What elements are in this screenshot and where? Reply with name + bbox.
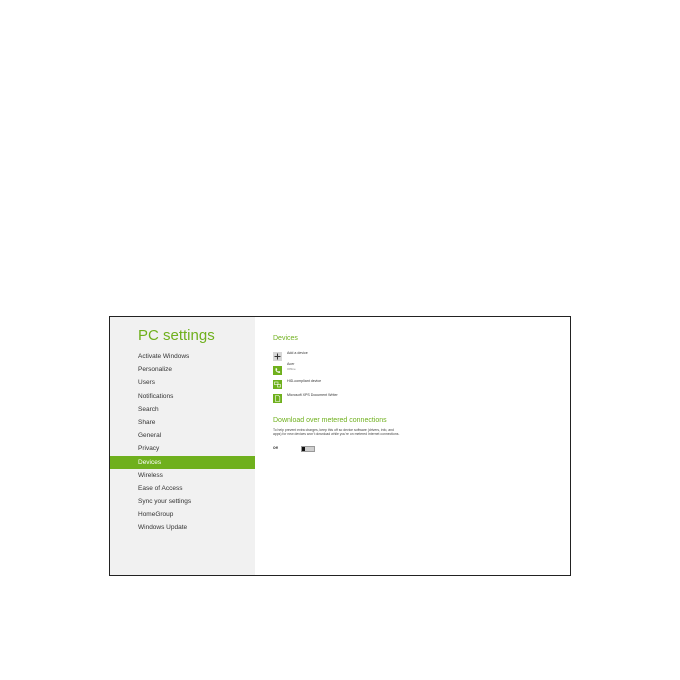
- device-label: Acer: [287, 362, 295, 366]
- device-status: Offline: [287, 366, 296, 371]
- sidebar-item-search[interactable]: Search: [110, 403, 255, 416]
- page-title: PC settings: [138, 327, 215, 344]
- sidebar-item-ease-of-access[interactable]: Ease of Access: [110, 482, 255, 495]
- printer-document-icon: [273, 390, 282, 403]
- pc-settings-window: PC settings Activate Windows Personalize…: [109, 316, 571, 576]
- toggle-knob: [302, 447, 305, 451]
- sidebar-item-privacy[interactable]: Privacy: [110, 442, 255, 455]
- device-label: Add a device: [287, 350, 308, 355]
- sidebar-item-wireless[interactable]: Wireless: [110, 469, 255, 482]
- sidebar-item-notifications[interactable]: Notifications: [110, 390, 255, 403]
- sidebar-nav: Activate Windows Personalize Users Notif…: [110, 350, 255, 535]
- sidebar-item-sync-settings[interactable]: Sync your settings: [110, 495, 255, 508]
- sidebar-item-homegroup[interactable]: HomeGroup: [110, 508, 255, 521]
- devices-heading: Devices: [273, 335, 298, 342]
- sidebar-item-activate-windows[interactable]: Activate Windows: [110, 350, 255, 363]
- devices-pane: Devices Add a device Acer Offline HID-co…: [255, 317, 570, 575]
- sidebar-item-windows-update[interactable]: Windows Update: [110, 521, 255, 534]
- device-label: Microsoft XPS Document Writer: [287, 392, 338, 397]
- sidebar-item-personalize[interactable]: Personalize: [110, 363, 255, 376]
- plus-icon: [273, 348, 282, 361]
- sidebar-item-users[interactable]: Users: [110, 376, 255, 389]
- hid-device-icon: [273, 376, 282, 389]
- metered-description: To help prevent extra charges, keep this…: [273, 428, 400, 437]
- phone-icon: [273, 362, 282, 375]
- device-label: HID-compliant device: [287, 378, 322, 383]
- sidebar-item-share[interactable]: Share: [110, 416, 255, 429]
- sidebar: PC settings Activate Windows Personalize…: [110, 317, 255, 575]
- metered-toggle[interactable]: [301, 446, 315, 452]
- sidebar-item-general[interactable]: General: [110, 429, 255, 442]
- metered-heading: Download over metered connections: [273, 417, 387, 424]
- sidebar-item-devices[interactable]: Devices: [110, 455, 255, 469]
- toggle-state-label: Off: [273, 446, 278, 450]
